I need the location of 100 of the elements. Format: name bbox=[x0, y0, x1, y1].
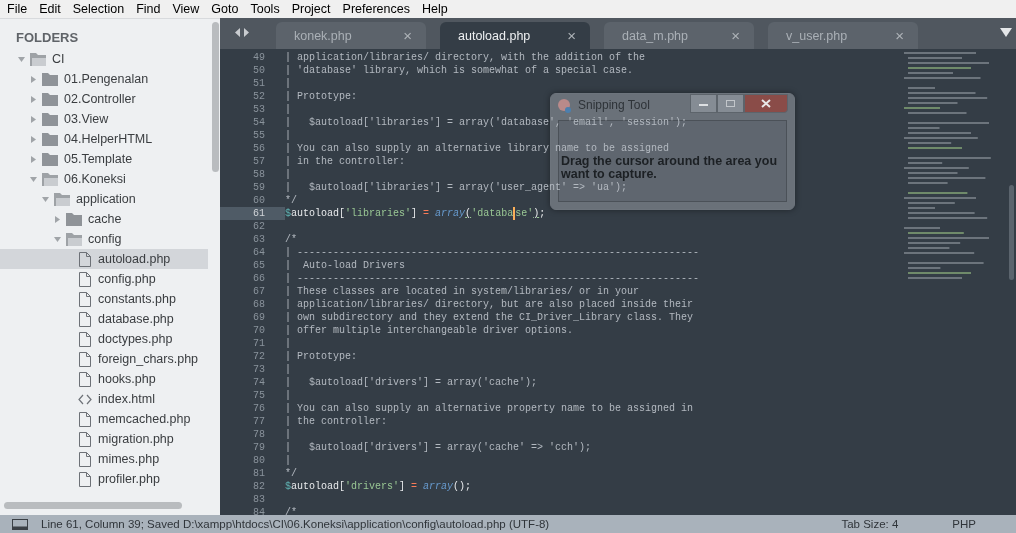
code-line: | ------------------------------------------------------------------- bbox=[285, 272, 700, 285]
menu-item[interactable]: Project bbox=[285, 0, 337, 18]
tree-item[interactable]: 06.Koneksi bbox=[0, 169, 208, 189]
menu-item[interactable]: View bbox=[166, 0, 206, 18]
code-line: | application/libraries/ directory, with the addition of the bbox=[285, 51, 646, 64]
line-number: 75 bbox=[252, 389, 266, 402]
tree-item[interactable]: doctypes.php bbox=[0, 329, 208, 349]
tree-item[interactable]: database.php bbox=[0, 309, 208, 329]
tab-size-indicator[interactable]: Tab Size: 4 bbox=[841, 518, 899, 530]
tree-item[interactable]: 02.Controller bbox=[0, 89, 208, 109]
tree-item[interactable]: 05.Template bbox=[0, 149, 208, 169]
tree-item[interactable]: migration.php bbox=[0, 429, 208, 449]
tree-item[interactable]: config.php bbox=[0, 269, 208, 289]
scrollbar[interactable] bbox=[212, 22, 219, 172]
tree-item[interactable]: mimes.php bbox=[0, 449, 208, 469]
line-number: 77 bbox=[252, 415, 266, 428]
close-icon bbox=[761, 99, 771, 108]
folder-icon bbox=[42, 92, 58, 106]
tree-item[interactable]: index.html bbox=[0, 389, 208, 409]
tab[interactable]: autoload.php × bbox=[440, 22, 590, 49]
tree-item[interactable]: application bbox=[0, 189, 208, 209]
open-folder-icon bbox=[66, 232, 82, 246]
syntax-indicator[interactable]: PHP bbox=[952, 518, 976, 530]
code-line: | Auto-load Drivers bbox=[285, 259, 406, 272]
code-line: | You can also supply an alternative property name to be assigned in bbox=[285, 402, 694, 415]
code-line: | bbox=[285, 103, 291, 116]
tree-item[interactable]: foreign_chars.php bbox=[0, 349, 208, 369]
code-line: | offer multiple interchangeable driver options. bbox=[285, 324, 574, 337]
code-line: | Prototype: bbox=[285, 350, 357, 363]
file-icon bbox=[78, 451, 92, 467]
menu-item[interactable]: Selection bbox=[66, 0, 131, 18]
line-number: 51 bbox=[252, 77, 266, 90]
line-number: 68 bbox=[252, 298, 266, 311]
line-number: 55 bbox=[252, 129, 266, 142]
code-line: | ------------------------------------------------------------------- bbox=[285, 246, 700, 259]
open-folder-icon bbox=[54, 192, 70, 206]
file-icon bbox=[78, 471, 92, 487]
tree-item[interactable]: constants.php bbox=[0, 289, 208, 309]
maximize-icon bbox=[726, 100, 735, 107]
open-folder-icon bbox=[30, 52, 46, 66]
line-number: 64 bbox=[252, 246, 266, 259]
tree-item[interactable]: CI bbox=[0, 49, 208, 69]
code-line: | bbox=[285, 428, 291, 441]
code-line: | own subdirectory and they extend the CI_Driver_Library class. They bbox=[285, 311, 694, 324]
line-number: 78 bbox=[252, 428, 266, 441]
scrollbar[interactable] bbox=[1009, 185, 1014, 280]
code-line: | bbox=[285, 454, 291, 467]
code-line: | bbox=[285, 337, 291, 350]
line-number: 67 bbox=[252, 285, 266, 298]
file-icon bbox=[78, 351, 92, 367]
code-line: | $autoload['libraries'] = array('user_agent' => 'ua'); bbox=[285, 181, 628, 194]
scrollbar[interactable] bbox=[4, 502, 182, 509]
code-line: */ bbox=[285, 194, 297, 207]
line-number: 49 bbox=[252, 51, 266, 64]
line-number: 62 bbox=[252, 220, 266, 233]
tree-item[interactable]: profiler.php bbox=[0, 469, 208, 489]
code-line: | bbox=[285, 129, 291, 142]
code-line: | bbox=[285, 77, 291, 90]
close-button[interactable]: × bbox=[567, 27, 576, 44]
instruction-text: Drag the cursor around the area you want to capture. bbox=[560, 155, 779, 181]
file-icon bbox=[78, 371, 92, 387]
tree-item[interactable]: 04.HelperHTML bbox=[0, 129, 208, 149]
line-number: 74 bbox=[252, 376, 266, 389]
menu-item[interactable]: Goto bbox=[205, 0, 245, 18]
tree-item[interactable]: hooks.php bbox=[0, 369, 208, 389]
menu-item[interactable]: File bbox=[1, 0, 34, 18]
menu-item[interactable]: Tools bbox=[244, 0, 286, 18]
tree-item[interactable]: memcached.php bbox=[0, 409, 208, 429]
line-number: 84 bbox=[252, 506, 266, 515]
file-icon bbox=[78, 271, 92, 287]
line-number: 53 bbox=[252, 103, 266, 116]
line-number: 73 bbox=[252, 363, 266, 376]
maximize-button[interactable] bbox=[717, 94, 744, 113]
tree-item[interactable]: cache bbox=[0, 209, 208, 229]
menu-item[interactable]: Preferences bbox=[336, 0, 416, 18]
menu-item[interactable]: Help bbox=[415, 0, 454, 18]
code-line: | bbox=[285, 389, 291, 402]
line-number: 60 bbox=[252, 194, 266, 207]
code-line: | application/libraries/ directory, but are also placed inside their bbox=[285, 298, 694, 311]
minimize-button[interactable] bbox=[690, 94, 717, 113]
code-line: | $autoload['drivers'] = array('cache' => 'cch'); bbox=[285, 441, 592, 454]
line-number: 80 bbox=[252, 454, 266, 467]
tree-item[interactable]: config bbox=[0, 229, 208, 249]
dropdown-arrow-icon bbox=[1000, 28, 1012, 37]
menu-item[interactable]: Edit bbox=[33, 0, 67, 18]
close-button[interactable] bbox=[744, 94, 788, 113]
file-icon bbox=[78, 311, 92, 327]
code-line: | You can also supply an alternative library name to be assigned bbox=[285, 142, 670, 155]
status-message: Line 61, Column 39; Saved D:\xampp\htdocs\CI\06.Koneksi\application\config\autoload.php (UTF-8) bbox=[41, 518, 550, 530]
tree-item[interactable]: autoload.php bbox=[0, 249, 208, 269]
code-line: | the controller: bbox=[285, 415, 388, 428]
folder-icon bbox=[42, 152, 58, 166]
tree-item[interactable]: 01.Pengenalan bbox=[0, 69, 208, 89]
tree-item[interactable]: 03.View bbox=[0, 109, 208, 129]
folder-icon bbox=[42, 132, 58, 146]
line-number: 61 bbox=[220, 207, 285, 220]
open-folder-icon bbox=[42, 172, 58, 186]
folder-icon bbox=[42, 72, 58, 86]
menu-item[interactable]: Find bbox=[130, 0, 167, 18]
file-icon bbox=[78, 431, 92, 447]
